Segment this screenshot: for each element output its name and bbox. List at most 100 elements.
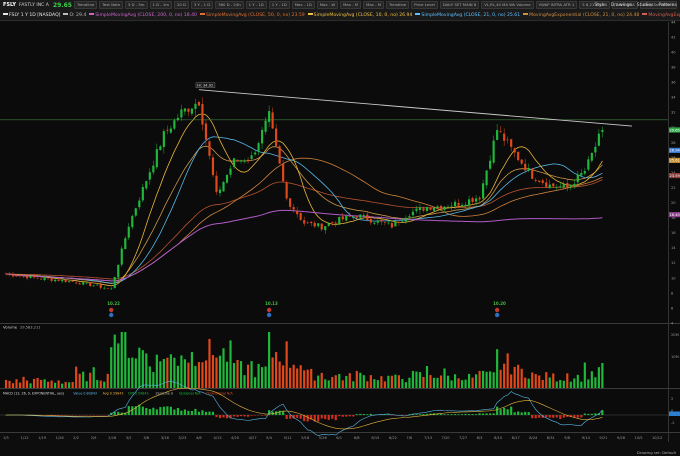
candle-body [453,201,457,207]
volume-bar [61,383,64,388]
volume-bar [331,377,334,388]
volume-bar [117,343,120,388]
volume-bar [383,381,386,388]
macd-hist-bar [422,414,425,415]
candle-body [590,153,593,161]
candle-body [229,168,232,175]
volume-bar [113,334,116,388]
macd-hist-bar [439,413,443,415]
macd-legend-item: Diff 0.59843 [128,392,148,396]
macd-hist-bar [482,413,485,415]
volume-bar [450,380,453,388]
candle-body [503,133,506,141]
drawing-set-label[interactable]: Drawing set: Default [637,450,676,455]
volume-bar [211,355,215,388]
macd-hist-bar [446,414,450,415]
candle-body [183,108,187,112]
volume-bar [527,378,530,388]
date-axis-label: 2/16 [108,436,117,440]
candle-body [75,282,78,284]
macd-legend-item: MACD (12, 26, 9, EXPONENTIAL, yes) [3,392,64,396]
date-axis-label: 8/10 [494,436,503,440]
date-axis-label: 3/8 [143,436,149,440]
candle-body [580,173,583,176]
date-axis-label: 5/18 [301,436,310,440]
macd-hist-bar [208,411,211,415]
volume-bar [408,377,411,388]
candle-body [348,216,351,218]
macd-hist-bar [348,415,351,417]
volume-bar [422,376,425,388]
price-axis-label: 16 [671,231,676,235]
volume-bar [478,370,481,388]
volume-bar [310,368,313,388]
price-axis-label: 28 [671,141,676,145]
candle-body [432,207,436,211]
candle-body [390,223,393,228]
candle-body [155,149,158,168]
volume-bar [597,367,600,388]
candle-body [32,276,36,278]
macd-hist-bar [246,415,250,417]
macd-hist-bar [194,408,197,415]
candle-body [380,219,383,222]
volume-bar [57,380,60,388]
candle-body [215,175,218,192]
macd-hist-bar [387,414,390,415]
candle-body [68,281,71,283]
candle-body [239,160,243,162]
macd-hist-bar [57,415,60,416]
price-axis-label: 10 [671,276,676,280]
volume-bar [15,379,18,388]
candle-body [99,284,102,288]
earnings-blue-dot [266,312,272,318]
candle-body [471,198,474,202]
candle-body [257,143,260,152]
volume-bar [348,373,351,388]
candle-body [317,223,320,227]
macd-hist-bar [531,415,534,419]
volume-bar [411,371,415,388]
macd-hist-bar [559,415,562,419]
volume-bar [562,380,565,388]
macd-hist-bar [71,415,74,416]
volume-bar [85,381,88,388]
volume-bar [166,357,169,388]
candle-body [253,152,257,155]
price-axis-label: 42 [671,35,676,39]
volume-bar [460,380,464,388]
date-axis-label: 4/27 [249,436,257,440]
macd-hist-bar [538,415,541,418]
volume-bar [176,365,179,388]
candle-body [387,222,390,224]
macd-hist-bar [594,413,597,415]
candle-body [496,130,499,140]
volume-bar [559,380,562,388]
candle-body [204,123,208,140]
date-axis-label: 8/31 [547,436,555,440]
macd-hist-bar [159,407,162,415]
candle-body [190,108,194,114]
volume-bar [82,371,85,388]
volume-bar [120,332,123,388]
volume-bar [538,375,541,388]
price-axis-label: 38 [671,66,676,70]
macd-hist-bar [338,415,341,417]
volume-bar [18,382,22,388]
volume-bar [127,357,130,388]
volume-bar [110,347,113,388]
candle-body [482,183,485,199]
candle-body [152,165,155,173]
price-axis-label: 44 [671,20,676,24]
candle-body [299,213,302,220]
candle-body [303,220,306,224]
candle-body [439,205,443,209]
high-callout-text: Hi: 34.92 [197,83,213,87]
macd-hist-bar [359,413,362,415]
macd-hist-bar [127,406,130,415]
macd-hist-bar [285,415,288,419]
candle-body [506,139,509,141]
volume-bar [341,380,344,388]
chart-canvas[interactable]: 444240383634323028262422201816141210864H… [0,0,680,456]
date-axis-label: 8/17 [512,436,520,440]
